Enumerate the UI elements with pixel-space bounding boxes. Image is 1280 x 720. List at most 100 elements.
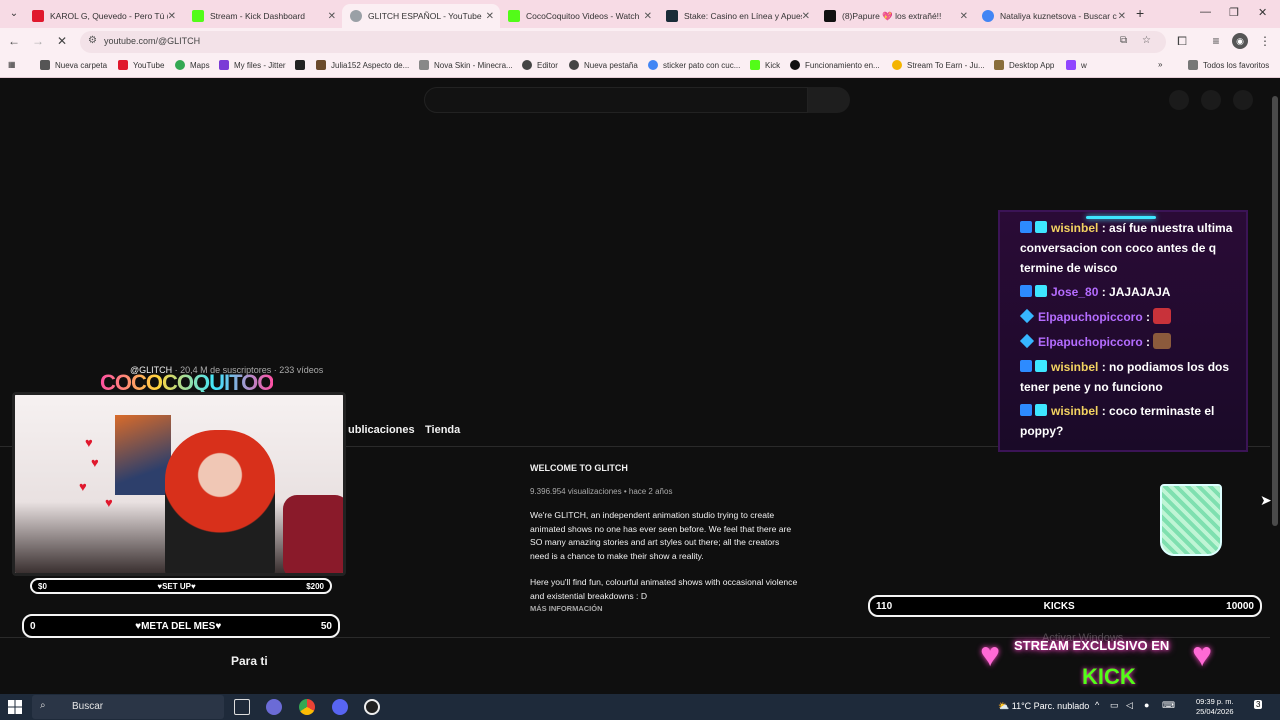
- windows-start-icon[interactable]: [8, 700, 22, 714]
- chat-username: Jose_80: [1051, 285, 1099, 299]
- bookmark-item[interactable]: Julia152 Aspecto de...: [316, 60, 409, 70]
- loading-icon: [350, 10, 362, 22]
- menu-icon[interactable]: ⋮: [1257, 33, 1273, 49]
- chat-username: Elpapuchopiccoro: [1038, 310, 1143, 324]
- bookmark-item[interactable]: Nueva carpeta: [40, 60, 107, 70]
- close-icon[interactable]: ✕: [960, 11, 968, 22]
- close-icon[interactable]: ✕: [644, 11, 652, 22]
- browser-tab-6[interactable]: Nataliya kuznetsova - Buscar c ✕: [974, 4, 1132, 28]
- media-icon[interactable]: ≡: [1208, 33, 1224, 49]
- browser-tab-3[interactable]: CocoCoquitoo Videos - Watch ✕: [500, 4, 658, 28]
- all-bookmarks[interactable]: Todos los favoritos: [1188, 60, 1269, 70]
- bookmark-item[interactable]: Nova Skin - Minecra...: [419, 60, 513, 70]
- close-icon[interactable]: ✕: [328, 11, 336, 22]
- bookmark-item[interactable]: w: [1066, 60, 1087, 70]
- window-close-icon[interactable]: ✕: [1258, 6, 1267, 19]
- bar-min-label: 110: [876, 600, 893, 612]
- taskbar-search-input[interactable]: ⌕ Buscar: [32, 695, 224, 719]
- tab-search-icon[interactable]: ⌄: [6, 6, 22, 22]
- bookmark-item[interactable]: sticker pato con cuc...: [648, 60, 740, 70]
- kick-icon: [508, 10, 520, 22]
- stop-icon[interactable]: ✕: [54, 33, 70, 49]
- kick-exclusive-banner: ♥ ♥ STREAM EXCLUSIVO EN KICK: [978, 626, 1238, 692]
- poster-image: [115, 415, 171, 495]
- bookmark-star-icon[interactable]: ☆: [1142, 35, 1151, 46]
- clock[interactable]: 09:39 p. m. 25/04/2026: [1196, 697, 1234, 717]
- video-title[interactable]: WELCOME TO GLITCH: [530, 463, 628, 473]
- tray-chevron-icon[interactable]: ^: [1095, 700, 1099, 710]
- bookmark-item[interactable]: Maps: [175, 60, 210, 70]
- notifications-icon[interactable]: [1201, 90, 1221, 110]
- chat-text: : coco terminaste el poppy?: [1020, 404, 1215, 438]
- chrome-icon[interactable]: [299, 699, 315, 715]
- chat-message: wisinbel : no podiamos los dos tener pen…: [1020, 357, 1242, 397]
- heart-icon: ♥: [1192, 636, 1213, 674]
- chat-message: wisinbel : así fue nuestra ultima conver…: [1020, 218, 1242, 278]
- address-bar[interactable]: ⚙ youtube.com/@GLITCH ⧉ ☆: [80, 31, 1166, 53]
- keyboard-icon[interactable]: ⌨: [1162, 700, 1175, 711]
- create-icon[interactable]: [1169, 90, 1189, 110]
- network-icon[interactable]: ▭: [1110, 700, 1119, 711]
- chat-username: wisinbel: [1051, 221, 1099, 235]
- search-input[interactable]: [424, 87, 808, 113]
- new-tab-button[interactable]: +: [1136, 5, 1144, 21]
- bookmark-item[interactable]: [295, 60, 310, 70]
- close-icon[interactable]: ✕: [168, 11, 176, 22]
- task-view-icon[interactable]: [234, 699, 250, 715]
- volume-icon[interactable]: ◁: [1126, 700, 1133, 711]
- more-info-link[interactable]: MÁS INFORMACIÓN: [530, 604, 603, 613]
- video-description-2: Here you'll find fun, colourful animated…: [530, 577, 798, 601]
- bookmark-item[interactable]: Kick: [750, 60, 780, 70]
- browser-tab-5[interactable]: (8)Papure 💖 los extrañé!! ✕: [816, 4, 974, 28]
- weather-icon: ⛅: [998, 701, 1010, 711]
- back-icon[interactable]: ←: [6, 33, 22, 49]
- search-button[interactable]: [808, 87, 850, 113]
- banner-line-1: STREAM EXCLUSIVO EN: [1014, 638, 1170, 653]
- bookmark-item[interactable]: Desktop App: [994, 60, 1054, 70]
- more-bookmarks-icon[interactable]: »: [1158, 60, 1162, 69]
- profile-avatar[interactable]: ◉: [1232, 33, 1248, 49]
- bar-min-label: $0: [38, 581, 47, 591]
- bar-title: KICKS: [1043, 600, 1075, 612]
- chrome-icon: [569, 60, 579, 70]
- scrollbar[interactable]: [1270, 82, 1280, 692]
- desktop-icon: [994, 60, 1004, 70]
- close-icon[interactable]: ✕: [486, 11, 494, 22]
- close-icon[interactable]: ✕: [1118, 11, 1126, 22]
- discord-icon[interactable]: [332, 699, 348, 715]
- mouse-cursor-icon: ➤: [1260, 492, 1272, 508]
- install-icon[interactable]: ⧉: [1120, 35, 1127, 46]
- restore-icon[interactable]: ❐: [1229, 6, 1239, 19]
- bookmark-item[interactable]: Editor: [522, 60, 558, 70]
- bookmark-label: Maps: [190, 60, 210, 70]
- chat-message: wisinbel : coco terminaste el poppy?: [1020, 401, 1242, 441]
- bookmark-item[interactable]: My files - Jitter: [219, 60, 286, 70]
- browser-tab-0[interactable]: KAROL G, Quevedo - Pero Tú (O ✕: [24, 4, 182, 28]
- mic-icon[interactable]: ●: [1144, 700, 1149, 710]
- scrollbar-thumb[interactable]: [1272, 96, 1278, 526]
- bookmark-item[interactable]: Stream To Earn - Ju...: [892, 60, 985, 70]
- bookmark-item[interactable]: Funcionamiento en...: [790, 60, 880, 70]
- bookmark-item[interactable]: YouTube: [118, 60, 164, 70]
- chat-text: : JAJAJAJA: [1101, 285, 1171, 299]
- extensions-icon[interactable]: ⧠: [1174, 33, 1190, 49]
- avatar[interactable]: [1233, 90, 1253, 110]
- tab-tienda[interactable]: Tienda: [425, 424, 460, 436]
- minimize-icon[interactable]: —: [1200, 6, 1211, 18]
- browser-tab-2[interactable]: GLITCH ESPAÑOL - YouTube ✕: [342, 4, 500, 28]
- notifications-icon[interactable]: 3: [1254, 700, 1263, 709]
- apps-icon[interactable]: ▦: [8, 60, 16, 69]
- site-info-icon[interactable]: ⚙: [88, 35, 97, 46]
- close-icon[interactable]: ✕: [802, 11, 810, 22]
- browser-tab-1[interactable]: Stream - Kick Dashboard ✕: [184, 4, 342, 28]
- forward-icon[interactable]: →: [30, 33, 46, 49]
- bookmark-item[interactable]: Nueva pestaña: [569, 60, 638, 70]
- app-icon[interactable]: [266, 699, 282, 715]
- tab-publicaciones[interactable]: ublicaciones: [348, 424, 415, 436]
- obs-icon[interactable]: [364, 699, 380, 715]
- chat-message: Jose_80 : JAJAJAJA: [1020, 282, 1242, 302]
- weather-widget[interactable]: ⛅ 11°C Parc. nublado: [998, 701, 1089, 712]
- badge-icon: [1035, 221, 1047, 233]
- browser-tab-4[interactable]: Stake: Casino en Línea y Apues ✕: [658, 4, 816, 28]
- url-text: youtube.com/@GLITCH: [104, 36, 201, 46]
